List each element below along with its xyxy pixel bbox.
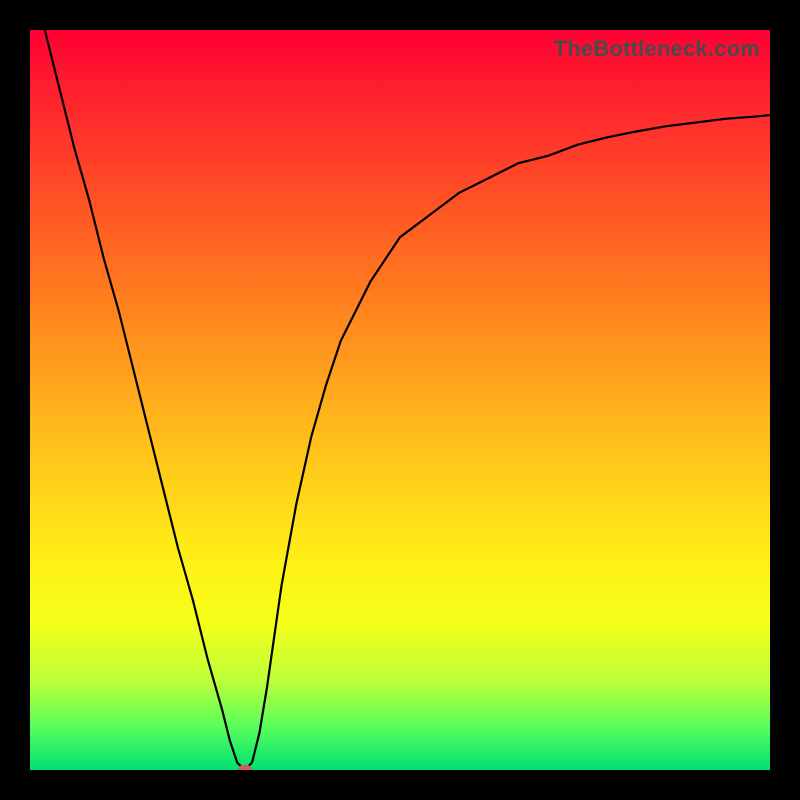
curve-layer (30, 30, 770, 770)
bottleneck-curve (45, 30, 770, 770)
watermark-text: TheBottleneck.com (554, 36, 760, 62)
plot-area: TheBottleneck.com (30, 30, 770, 770)
optimal-point-marker (238, 765, 252, 770)
chart-frame: TheBottleneck.com (0, 0, 800, 800)
